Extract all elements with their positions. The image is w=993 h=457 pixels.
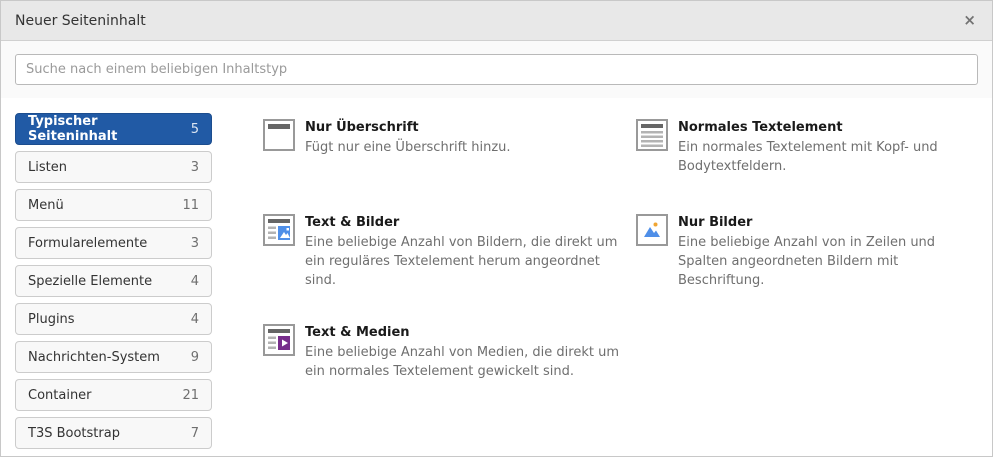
dialog-title: Neuer Seiteninhalt	[15, 13, 146, 29]
new-content-element-dialog: Neuer Seiteninhalt × Typischer Seiteninh…	[0, 0, 993, 457]
dialog-body: Typischer Seiteninhalt 5 Listen 3 Menü 1…	[1, 98, 992, 457]
text-element-icon	[636, 119, 668, 151]
tab-count-badge: 9	[191, 350, 199, 365]
text-media-element-icon	[263, 324, 295, 356]
element-description: Eine beliebige Anzahl von Bildern, die d…	[305, 233, 620, 291]
close-icon[interactable]: ×	[963, 13, 976, 28]
tab-label: Menü	[28, 198, 64, 213]
tab-formularelemente[interactable]: Formularelemente 3	[15, 227, 212, 259]
tab-count-badge: 3	[191, 160, 199, 175]
element-description: Eine beliebige Anzahl von in Zeilen und …	[678, 233, 984, 291]
tab-count-badge: 3	[191, 236, 199, 251]
tab-spezielle-elemente[interactable]: Spezielle Elemente 4	[15, 265, 212, 297]
element-title: Normales Textelement	[678, 120, 984, 135]
element-item-text[interactable]: Normales Textelement Ein normales Textel…	[636, 119, 984, 214]
tab-label: Plugins	[28, 312, 75, 327]
element-title: Nur Überschrift	[305, 120, 511, 135]
tab-label: Typischer Seiteninhalt	[28, 114, 191, 144]
element-item-text-images[interactable]: Text & Bilder Eine beliebige Anzahl von …	[263, 214, 636, 324]
tab-count-badge: 21	[182, 388, 199, 403]
tab-menu[interactable]: Menü 11	[15, 189, 212, 221]
tab-label: Listen	[28, 160, 67, 175]
tab-typischer-seiteninhalt[interactable]: Typischer Seiteninhalt 5	[15, 113, 212, 145]
tab-plugins[interactable]: Plugins 4	[15, 303, 212, 335]
tab-label: Formularelemente	[28, 236, 147, 251]
element-title: Text & Medien	[305, 325, 620, 340]
category-tab-list: Typischer Seiteninhalt 5 Listen 3 Menü 1…	[1, 98, 212, 457]
tab-nachrichten-system[interactable]: Nachrichten-System 9	[15, 341, 212, 373]
element-item-images-only[interactable]: Nur Bilder Eine beliebige Anzahl von in …	[636, 214, 984, 324]
element-title: Nur Bilder	[678, 215, 984, 230]
tab-count-badge: 4	[191, 312, 199, 327]
tab-label: Spezielle Elemente	[28, 274, 152, 289]
tab-container[interactable]: Container 21	[15, 379, 212, 411]
element-description: Eine beliebige Anzahl von Medien, die di…	[305, 343, 620, 381]
header-element-icon	[263, 119, 295, 151]
tab-t3s-bootstrap[interactable]: T3S Bootstrap 7	[15, 417, 212, 449]
dialog-header: Neuer Seiteninhalt ×	[1, 1, 992, 41]
tab-count-badge: 4	[191, 274, 199, 289]
element-description: Ein normales Textelement mit Kopf- und B…	[678, 138, 984, 176]
element-item-header-only[interactable]: Nur Überschrift Fügt nur eine Überschrif…	[263, 119, 636, 214]
element-title: Text & Bilder	[305, 215, 620, 230]
tab-count-badge: 7	[191, 426, 199, 441]
tab-label: Container	[28, 388, 92, 403]
tab-count-badge: 5	[191, 122, 199, 137]
tab-label: T3S Bootstrap	[28, 426, 120, 441]
tab-listen[interactable]: Listen 3	[15, 151, 212, 183]
content-element-grid: Nur Überschrift Fügt nur eine Überschrif…	[212, 98, 992, 457]
tab-count-badge: 11	[182, 198, 199, 213]
tab-label: Nachrichten-System	[28, 350, 160, 365]
text-images-element-icon	[263, 214, 295, 246]
element-description: Fügt nur eine Überschrift hinzu.	[305, 138, 511, 157]
search-section	[1, 41, 992, 98]
images-element-icon	[636, 214, 668, 246]
search-input[interactable]	[15, 54, 978, 85]
element-item-text-media[interactable]: Text & Medien Eine beliebige Anzahl von …	[263, 324, 636, 457]
